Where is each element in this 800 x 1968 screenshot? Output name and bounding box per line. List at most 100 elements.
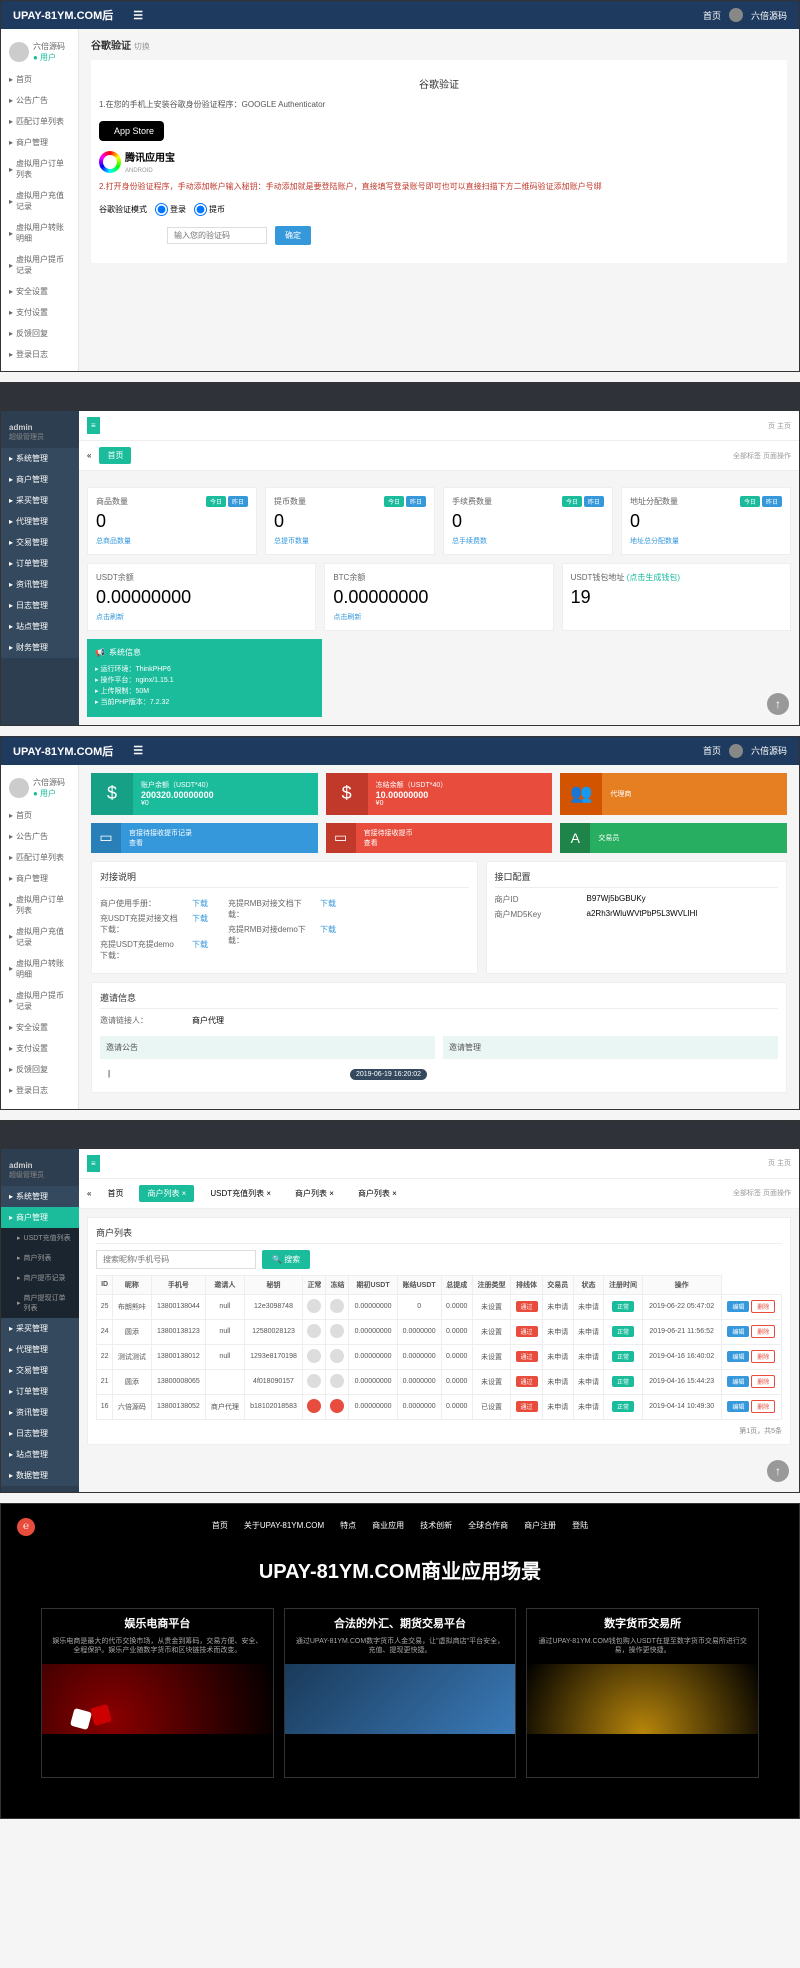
search-button[interactable]: 🔍 搜索 <box>262 1250 310 1269</box>
nav-link[interactable]: 技术创新 <box>420 1520 452 1531</box>
sidebar-item[interactable]: ▸ 反馈回复 <box>1 323 78 344</box>
reg-badge[interactable]: 通过 <box>516 1376 538 1387</box>
submit-button[interactable]: 确定 <box>275 226 311 245</box>
menu-toggle-icon[interactable]: ☰ <box>133 744 143 757</box>
sidebar-item[interactable]: ▸ 财务管理 <box>1 637 79 658</box>
sidebar-item[interactable]: ▸ 安全设置 <box>1 1017 78 1038</box>
sidebar-item[interactable]: ▸ 虚拟用户订单列表 <box>1 153 78 185</box>
sidebar-item[interactable]: ▸ 虚拟用户订单列表 <box>1 889 78 921</box>
sidebar-item[interactable]: ▸ 采买管理 <box>1 1318 79 1339</box>
tag[interactable]: 昨日 <box>406 496 426 507</box>
sidebar-item[interactable]: ▸ 交易管理 <box>1 532 79 553</box>
status-badge[interactable]: 正常 <box>612 1401 634 1412</box>
tag[interactable]: 今日 <box>740 496 760 507</box>
card-footer-link[interactable]: 地址总分配数量 <box>630 536 782 546</box>
download-link[interactable]: 下载 <box>192 898 208 909</box>
sidebar-item[interactable]: ▸ 系统管理 <box>1 448 79 469</box>
sidebar-item[interactable]: ▸ 代理管理 <box>1 511 79 532</box>
sidebar-item[interactable]: ▸ 资讯管理 <box>1 574 79 595</box>
sidebar-toggle-icon[interactable]: ≡ <box>87 1155 100 1172</box>
tag[interactable]: 昨日 <box>228 496 248 507</box>
sidebar-item[interactable]: ▸ 商户管理 <box>1 469 79 490</box>
nav-link[interactable]: 商业应用 <box>372 1520 404 1531</box>
stat-tile[interactable]: 👥代理商 <box>560 773 787 815</box>
tab-actions[interactable]: 全部标签 页面操作 <box>733 451 791 461</box>
card-footer-link[interactable]: 总商品数量 <box>96 536 248 546</box>
stat-tile[interactable]: $账户余额（USDT*40）200320.00000000¥0 <box>91 773 318 815</box>
sidebar-item[interactable]: ▸ 采买管理 <box>1 490 79 511</box>
scroll-top-button[interactable]: ↑ <box>767 1460 789 1482</box>
sidebar-item[interactable]: ▸ 虚拟用户提币记录 <box>1 249 78 281</box>
tencent-badge[interactable]: 腾讯应用宝ANDROID <box>99 149 779 175</box>
sidebar-item[interactable]: ▸ 反馈回复 <box>1 1059 78 1080</box>
sidebar-item[interactable]: ▸ 匹配订单列表 <box>1 847 78 868</box>
edit-button[interactable]: 编辑 <box>727 1376 749 1387</box>
sidebar-item[interactable]: ▸ 虚拟用户充值记录 <box>1 185 78 217</box>
nav-username[interactable]: 六倍源码 <box>751 744 787 757</box>
status-badge[interactable]: 正常 <box>612 1326 634 1337</box>
avatar[interactable] <box>729 8 743 22</box>
nav-home[interactable]: 首页 <box>703 744 721 757</box>
sidebar-item[interactable]: ▸ 订单管理 <box>1 1381 79 1402</box>
sidebar-item[interactable]: ▸ 数据管理 <box>1 1465 79 1486</box>
edit-button[interactable]: 编辑 <box>727 1351 749 1362</box>
download-link[interactable]: 下载 <box>320 898 336 920</box>
stat-tile[interactable]: ▭官接待接收提币查看 <box>326 823 553 853</box>
nav-link[interactable]: 关于UPAY-81YM.COM <box>244 1520 324 1531</box>
sidebar-item[interactable]: ▸ USDT充值列表 <box>1 1228 79 1248</box>
tab-home[interactable]: 首页 <box>99 447 131 464</box>
download-link[interactable]: 下载 <box>192 913 208 935</box>
tag[interactable]: 今日 <box>562 496 582 507</box>
sidebar-item[interactable]: ▸ 日志管理 <box>1 1423 79 1444</box>
content-tab[interactable]: 商户列表 × <box>287 1185 342 1202</box>
sidebar-item[interactable]: ▸ 资讯管理 <box>1 1402 79 1423</box>
reg-badge[interactable]: 通过 <box>516 1401 538 1412</box>
content-tab[interactable]: 商户列表 × <box>350 1185 405 1202</box>
stat-tile[interactable]: ▭官接待接收提币记录查看 <box>91 823 318 853</box>
status-badge[interactable]: 正常 <box>612 1376 634 1387</box>
sidebar-item[interactable]: ▸ 站点管理 <box>1 616 79 637</box>
sidebar-item[interactable]: ▸ 代理管理 <box>1 1339 79 1360</box>
logo-icon[interactable]: ℮ <box>17 1518 35 1536</box>
nav-link[interactable]: 登陆 <box>572 1520 588 1531</box>
avatar[interactable] <box>729 744 743 758</box>
status-badge[interactable]: 正常 <box>612 1301 634 1312</box>
sidebar-item[interactable]: ▸ 支付设置 <box>1 302 78 323</box>
delete-button[interactable]: 删除 <box>751 1350 775 1363</box>
delete-button[interactable]: 删除 <box>751 1325 775 1338</box>
reg-badge[interactable]: 通过 <box>516 1326 538 1337</box>
sidebar-item[interactable]: ▸ 商户管理 <box>1 868 78 889</box>
edit-button[interactable]: 编辑 <box>727 1326 749 1337</box>
card-footer-link[interactable]: 总提币数量 <box>274 536 426 546</box>
card-footer-link[interactable]: 点击刷新 <box>96 612 307 622</box>
edit-button[interactable]: 编辑 <box>727 1301 749 1312</box>
status-badge[interactable]: 正常 <box>612 1351 634 1362</box>
delete-button[interactable]: 删除 <box>751 1375 775 1388</box>
delete-button[interactable]: 删除 <box>751 1400 775 1413</box>
reg-badge[interactable]: 通过 <box>516 1351 538 1362</box>
radio-login[interactable]: 登录 <box>155 203 186 216</box>
sidebar-toggle-icon[interactable]: ≡ <box>87 417 100 434</box>
content-tab[interactable]: USDT充值列表 × <box>202 1185 279 1202</box>
sidebar-item[interactable]: ▸ 站点管理 <box>1 1444 79 1465</box>
sidebar-item[interactable]: ▸ 首页 <box>1 805 78 826</box>
reg-badge[interactable]: 通过 <box>516 1301 538 1312</box>
feature-card[interactable]: 数字货币交易所通过UPAY-81YM.COM钱包购入USDT在提至数字货币交易所… <box>526 1608 759 1778</box>
tag[interactable]: 昨日 <box>584 496 604 507</box>
download-link[interactable]: 下载 <box>192 939 208 961</box>
sidebar-item[interactable]: ▸ 商户管理 <box>1 132 78 153</box>
appstore-badge[interactable]: App Store <box>99 121 164 141</box>
sidebar-item[interactable]: ▸ 公告广告 <box>1 90 78 111</box>
sidebar-item[interactable]: ▸ 商户提币记录 <box>1 1268 79 1288</box>
nav-link[interactable]: 特点 <box>340 1520 356 1531</box>
feature-card[interactable]: 娱乐电商平台娱乐电商是最大的代币交换市场，从贵金到筹码，交易方便、安全、全程保护… <box>41 1608 274 1778</box>
sidebar-item[interactable]: ▸ 日志管理 <box>1 595 79 616</box>
sidebar-item[interactable]: ▸ 交易管理 <box>1 1360 79 1381</box>
sidebar-item[interactable]: ▸ 安全设置 <box>1 281 78 302</box>
sidebar-item[interactable]: ▸ 匹配订单列表 <box>1 111 78 132</box>
scroll-top-button[interactable]: ↑ <box>767 693 789 715</box>
sidebar-item[interactable]: ▸ 公告广告 <box>1 826 78 847</box>
verify-code-input[interactable] <box>167 227 267 244</box>
sidebar-item[interactable]: ▸ 系统管理 <box>1 1186 79 1207</box>
sidebar-item[interactable]: ▸ 虚拟用户充值记录 <box>1 921 78 953</box>
